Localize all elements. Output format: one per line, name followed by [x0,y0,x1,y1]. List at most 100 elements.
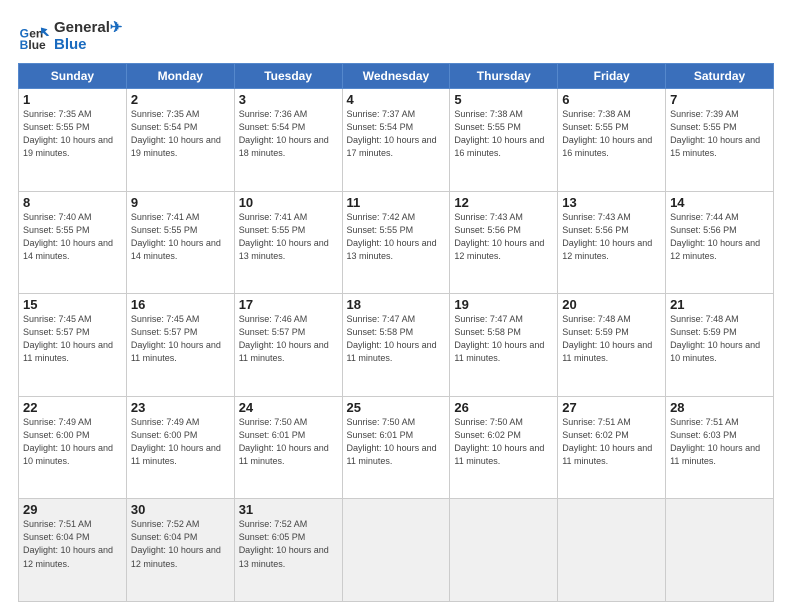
week-row-0: 1Sunrise: 7:35 AMSunset: 5:55 PMDaylight… [19,89,774,192]
day-number: 27 [562,400,661,415]
calendar-cell: 23Sunrise: 7:49 AMSunset: 6:00 PMDayligh… [126,396,234,499]
calendar-cell [558,499,666,602]
calendar-cell: 3Sunrise: 7:36 AMSunset: 5:54 PMDaylight… [234,89,342,192]
day-number: 20 [562,297,661,312]
calendar: SundayMondayTuesdayWednesdayThursdayFrid… [18,63,774,602]
day-info: Sunrise: 7:39 AMSunset: 5:55 PMDaylight:… [670,108,769,160]
day-number: 10 [239,195,338,210]
calendar-cell: 16Sunrise: 7:45 AMSunset: 5:57 PMDayligh… [126,294,234,397]
day-info: Sunrise: 7:52 AMSunset: 6:04 PMDaylight:… [131,518,230,570]
weekday-header-wednesday: Wednesday [342,64,450,89]
day-number: 9 [131,195,230,210]
day-number: 11 [347,195,446,210]
calendar-cell: 10Sunrise: 7:41 AMSunset: 5:55 PMDayligh… [234,191,342,294]
calendar-cell: 12Sunrise: 7:43 AMSunset: 5:56 PMDayligh… [450,191,558,294]
logo: G en B lue General✈ Blue [18,18,122,53]
weekday-header-tuesday: Tuesday [234,64,342,89]
day-info: Sunrise: 7:49 AMSunset: 6:00 PMDaylight:… [23,416,122,468]
day-info: Sunrise: 7:49 AMSunset: 6:00 PMDaylight:… [131,416,230,468]
day-info: Sunrise: 7:42 AMSunset: 5:55 PMDaylight:… [347,211,446,263]
calendar-cell [666,499,774,602]
calendar-cell: 21Sunrise: 7:48 AMSunset: 5:59 PMDayligh… [666,294,774,397]
day-info: Sunrise: 7:36 AMSunset: 5:54 PMDaylight:… [239,108,338,160]
calendar-cell: 17Sunrise: 7:46 AMSunset: 5:57 PMDayligh… [234,294,342,397]
day-number: 22 [23,400,122,415]
day-info: Sunrise: 7:50 AMSunset: 6:02 PMDaylight:… [454,416,553,468]
calendar-cell: 28Sunrise: 7:51 AMSunset: 6:03 PMDayligh… [666,396,774,499]
calendar-cell: 29Sunrise: 7:51 AMSunset: 6:04 PMDayligh… [19,499,127,602]
day-info: Sunrise: 7:51 AMSunset: 6:03 PMDaylight:… [670,416,769,468]
calendar-cell: 26Sunrise: 7:50 AMSunset: 6:02 PMDayligh… [450,396,558,499]
day-info: Sunrise: 7:43 AMSunset: 5:56 PMDaylight:… [562,211,661,263]
day-info: Sunrise: 7:46 AMSunset: 5:57 PMDaylight:… [239,313,338,365]
day-info: Sunrise: 7:40 AMSunset: 5:55 PMDaylight:… [23,211,122,263]
calendar-cell: 22Sunrise: 7:49 AMSunset: 6:00 PMDayligh… [19,396,127,499]
calendar-cell: 4Sunrise: 7:37 AMSunset: 5:54 PMDaylight… [342,89,450,192]
day-info: Sunrise: 7:35 AMSunset: 5:54 PMDaylight:… [131,108,230,160]
day-info: Sunrise: 7:45 AMSunset: 5:57 PMDaylight:… [23,313,122,365]
calendar-cell: 14Sunrise: 7:44 AMSunset: 5:56 PMDayligh… [666,191,774,294]
day-number: 28 [670,400,769,415]
day-info: Sunrise: 7:51 AMSunset: 6:04 PMDaylight:… [23,518,122,570]
svg-text:B: B [20,37,29,51]
day-info: Sunrise: 7:41 AMSunset: 5:55 PMDaylight:… [239,211,338,263]
day-number: 25 [347,400,446,415]
calendar-cell: 30Sunrise: 7:52 AMSunset: 6:04 PMDayligh… [126,499,234,602]
day-info: Sunrise: 7:47 AMSunset: 5:58 PMDaylight:… [454,313,553,365]
week-row-3: 22Sunrise: 7:49 AMSunset: 6:00 PMDayligh… [19,396,774,499]
day-number: 26 [454,400,553,415]
weekday-header-thursday: Thursday [450,64,558,89]
calendar-cell: 20Sunrise: 7:48 AMSunset: 5:59 PMDayligh… [558,294,666,397]
calendar-cell: 18Sunrise: 7:47 AMSunset: 5:58 PMDayligh… [342,294,450,397]
day-info: Sunrise: 7:38 AMSunset: 5:55 PMDaylight:… [454,108,553,160]
calendar-cell: 6Sunrise: 7:38 AMSunset: 5:55 PMDaylight… [558,89,666,192]
day-info: Sunrise: 7:35 AMSunset: 5:55 PMDaylight:… [23,108,122,160]
day-number: 3 [239,92,338,107]
calendar-cell: 15Sunrise: 7:45 AMSunset: 5:57 PMDayligh… [19,294,127,397]
day-info: Sunrise: 7:47 AMSunset: 5:58 PMDaylight:… [347,313,446,365]
calendar-cell: 8Sunrise: 7:40 AMSunset: 5:55 PMDaylight… [19,191,127,294]
day-number: 1 [23,92,122,107]
day-info: Sunrise: 7:37 AMSunset: 5:54 PMDaylight:… [347,108,446,160]
calendar-cell: 11Sunrise: 7:42 AMSunset: 5:55 PMDayligh… [342,191,450,294]
day-number: 12 [454,195,553,210]
day-number: 13 [562,195,661,210]
day-number: 30 [131,502,230,517]
calendar-cell: 13Sunrise: 7:43 AMSunset: 5:56 PMDayligh… [558,191,666,294]
day-number: 2 [131,92,230,107]
week-row-2: 15Sunrise: 7:45 AMSunset: 5:57 PMDayligh… [19,294,774,397]
calendar-cell: 31Sunrise: 7:52 AMSunset: 6:05 PMDayligh… [234,499,342,602]
day-info: Sunrise: 7:48 AMSunset: 5:59 PMDaylight:… [670,313,769,365]
calendar-cell: 27Sunrise: 7:51 AMSunset: 6:02 PMDayligh… [558,396,666,499]
calendar-cell: 25Sunrise: 7:50 AMSunset: 6:01 PMDayligh… [342,396,450,499]
weekday-header-monday: Monday [126,64,234,89]
calendar-cell: 7Sunrise: 7:39 AMSunset: 5:55 PMDaylight… [666,89,774,192]
day-info: Sunrise: 7:51 AMSunset: 6:02 PMDaylight:… [562,416,661,468]
day-number: 17 [239,297,338,312]
header: G en B lue General✈ Blue [18,18,774,53]
calendar-cell: 19Sunrise: 7:47 AMSunset: 5:58 PMDayligh… [450,294,558,397]
weekday-header-row: SundayMondayTuesdayWednesdayThursdayFrid… [19,64,774,89]
calendar-cell: 2Sunrise: 7:35 AMSunset: 5:54 PMDaylight… [126,89,234,192]
day-number: 5 [454,92,553,107]
day-info: Sunrise: 7:45 AMSunset: 5:57 PMDaylight:… [131,313,230,365]
day-number: 16 [131,297,230,312]
calendar-cell: 24Sunrise: 7:50 AMSunset: 6:01 PMDayligh… [234,396,342,499]
day-info: Sunrise: 7:38 AMSunset: 5:55 PMDaylight:… [562,108,661,160]
weekday-header-friday: Friday [558,64,666,89]
day-info: Sunrise: 7:50 AMSunset: 6:01 PMDaylight:… [347,416,446,468]
calendar-cell [342,499,450,602]
calendar-cell [450,499,558,602]
week-row-4: 29Sunrise: 7:51 AMSunset: 6:04 PMDayligh… [19,499,774,602]
page: G en B lue General✈ Blue SundayMondayTue… [0,0,792,612]
day-info: Sunrise: 7:43 AMSunset: 5:56 PMDaylight:… [454,211,553,263]
weekday-header-saturday: Saturday [666,64,774,89]
day-number: 23 [131,400,230,415]
logo-icon: G en B lue [18,20,50,52]
day-info: Sunrise: 7:50 AMSunset: 6:01 PMDaylight:… [239,416,338,468]
day-number: 8 [23,195,122,210]
day-number: 29 [23,502,122,517]
svg-text:lue: lue [28,37,46,51]
day-number: 6 [562,92,661,107]
day-info: Sunrise: 7:44 AMSunset: 5:56 PMDaylight:… [670,211,769,263]
